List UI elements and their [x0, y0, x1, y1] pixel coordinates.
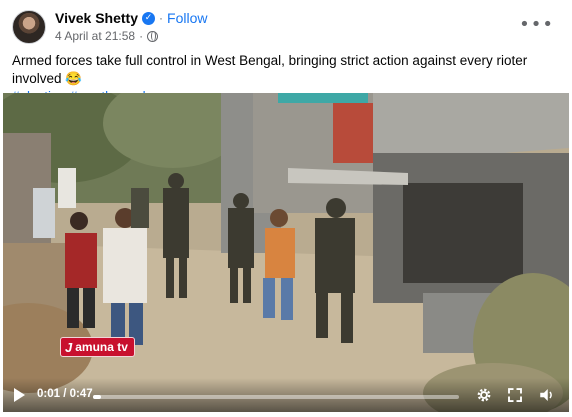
globe-icon [147, 30, 159, 42]
follow-button[interactable]: Follow [167, 10, 207, 26]
fullscreen-icon[interactable] [506, 386, 524, 404]
verified-badge-icon: ✓ [142, 11, 156, 25]
meta-separator: · [139, 29, 144, 43]
post-header: Vivek Shetty ✓ · Follow 4 April at 21:58… [12, 8, 560, 46]
author-row: Vivek Shetty ✓ · Follow [55, 10, 207, 26]
post-timestamp[interactable]: 4 April at 21:58 [55, 29, 135, 43]
separator-dot: · [159, 11, 164, 25]
video-frame [3, 93, 569, 412]
post-meta: 4 April at 21:58 · [55, 29, 159, 43]
video-player[interactable]: J amuna tv 0:01 / 0:47 [3, 93, 569, 412]
video-controls: 0:01 / 0:47 [3, 378, 569, 412]
post-body: Armed forces take full control in West B… [12, 53, 528, 86]
jamuna-tv-watermark: J amuna tv [60, 337, 135, 357]
settings-gear-icon[interactable] [475, 386, 493, 404]
progress-fill [93, 395, 101, 399]
watermark-text: amuna tv [75, 340, 128, 354]
progress-bar[interactable] [93, 395, 459, 399]
author-name[interactable]: Vivek Shetty [55, 10, 138, 26]
play-icon[interactable] [14, 388, 25, 402]
watermark-letter: J [65, 339, 73, 355]
volume-icon[interactable] [538, 386, 556, 404]
more-options-button[interactable]: ••• [519, 14, 554, 35]
video-time: 0:01 / 0:47 [37, 388, 93, 400]
avatar[interactable] [12, 10, 46, 44]
